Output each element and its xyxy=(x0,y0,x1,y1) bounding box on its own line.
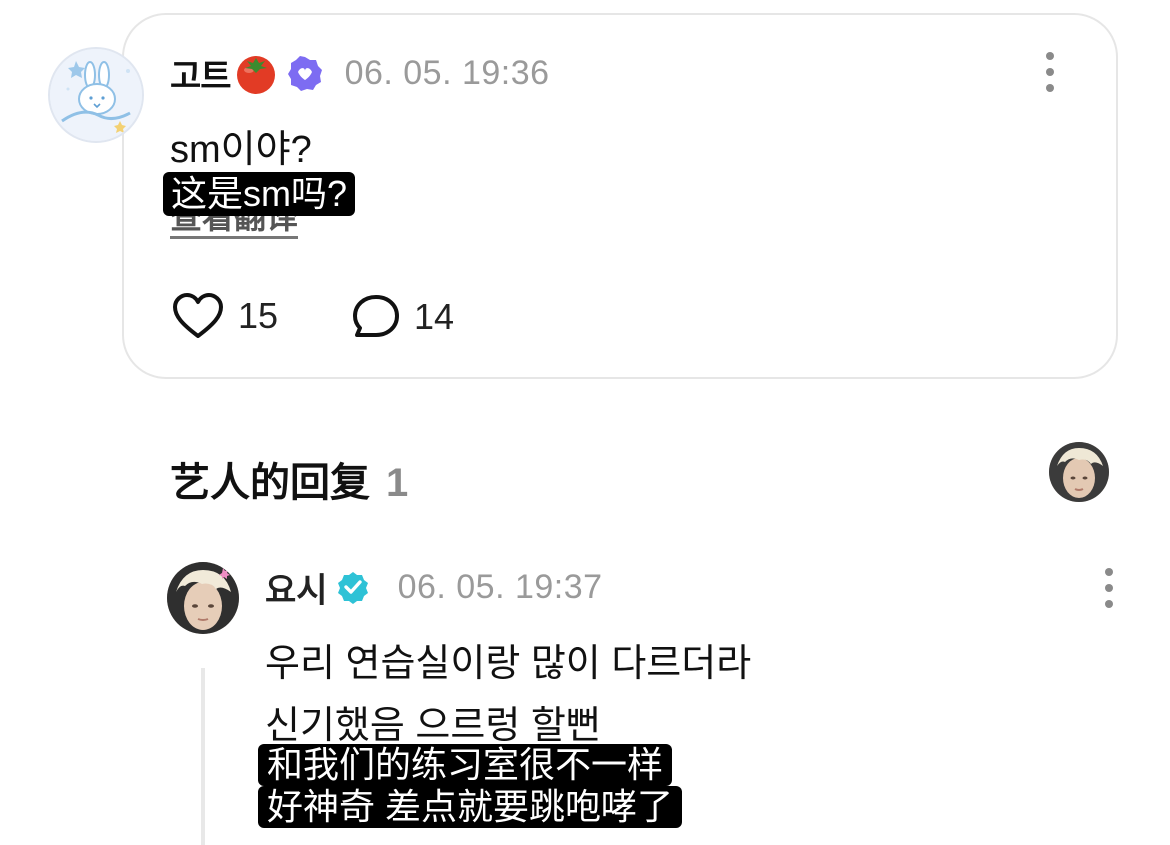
comment-header: 고트 06. 05. 19:36 xyxy=(170,48,550,98)
reply-count: 14 xyxy=(414,296,455,337)
reply-button[interactable]: 14 xyxy=(352,294,454,340)
artist-avatar-small[interactable] xyxy=(1049,442,1109,502)
comment-page: 고트 06. 05. 19:36 sm이야? 查看翻译 这是sm吗? 15 14… xyxy=(0,0,1170,845)
bunny-avatar-image xyxy=(50,49,142,141)
user-avatar[interactable] xyxy=(48,47,144,143)
comment-bubble-icon xyxy=(353,295,399,337)
comment-subtitle-wrap: 这是sm吗? xyxy=(163,172,356,216)
reply-header: 요시 06. 05. 19:37 xyxy=(265,563,603,611)
comment-timestamp: 06. 05. 19:36 xyxy=(344,53,550,92)
reply-timestamp: 06. 05. 19:37 xyxy=(397,567,603,606)
more-vertical-icon[interactable] xyxy=(1104,568,1114,608)
verified-badge-icon xyxy=(337,572,368,604)
like-count: 15 xyxy=(238,295,279,336)
tomato-icon xyxy=(236,56,275,94)
comment-author-name[interactable]: 고트 xyxy=(170,49,232,98)
reply-text-line-2: 신기했음 으르렁 할뻔 xyxy=(265,705,601,747)
more-vertical-icon[interactable] xyxy=(1045,52,1055,92)
heart-icon xyxy=(173,293,223,338)
comment-subtitle: 这是sm吗? xyxy=(163,172,356,216)
artist-photo xyxy=(1049,442,1109,502)
verified-badge-icon xyxy=(287,56,322,91)
reply-text-line-1: 우리 연습실이랑 많이 다르더라 xyxy=(265,643,752,685)
artist-reply-heading: 艺人的回复 1 xyxy=(170,450,408,508)
comment-body: sm이야? xyxy=(170,129,312,171)
thread-line xyxy=(201,668,205,845)
reply-subtitle-2: 好神奇 差点就要跳咆哮了 xyxy=(258,786,683,828)
reply-author-photo xyxy=(167,562,239,634)
reply-author-name[interactable]: 요시 xyxy=(265,563,328,612)
artist-reply-count: 1 xyxy=(386,461,409,505)
like-button[interactable]: 15 xyxy=(172,292,278,340)
reply-author-avatar[interactable] xyxy=(167,562,239,634)
reply-subtitle-1-wrap: 和我们的练习室很不一样 xyxy=(258,744,673,786)
artist-reply-title: 艺人的回复 xyxy=(170,461,370,505)
reply-subtitle-1: 和我们的练习室很不一样 xyxy=(258,744,673,786)
reply-subtitle-2-wrap: 好神奇 差点就要跳咆哮了 xyxy=(258,786,683,828)
